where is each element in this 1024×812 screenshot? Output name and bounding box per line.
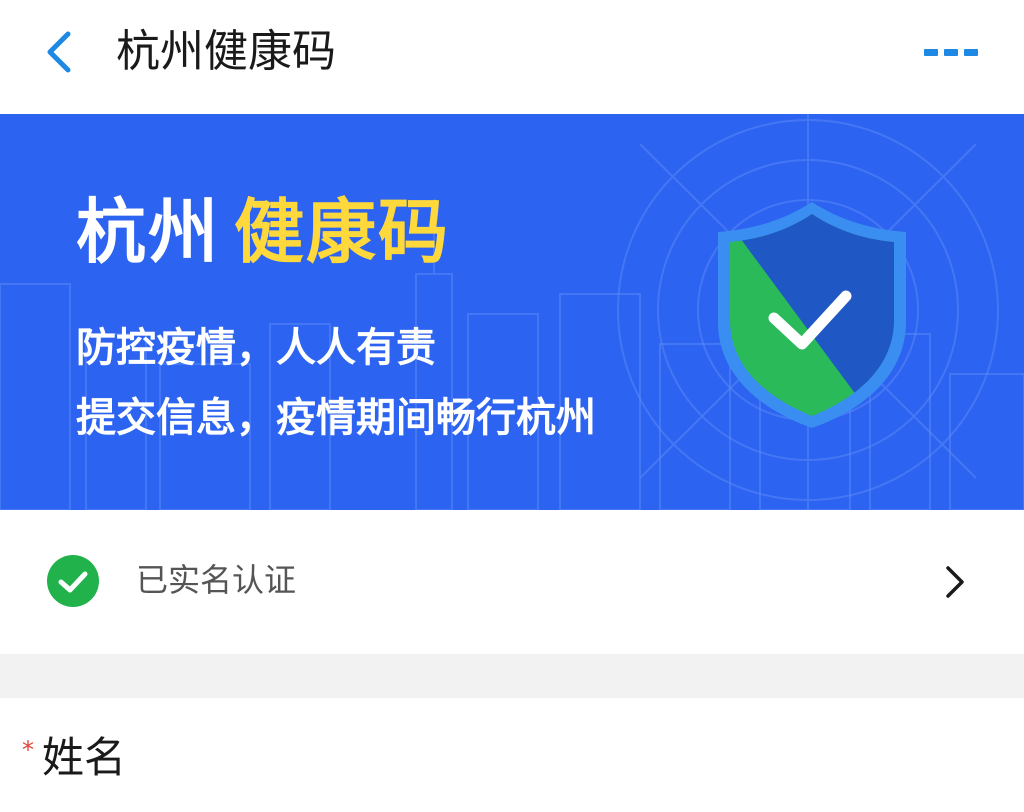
check-circle-icon xyxy=(47,555,99,607)
banner-title: 杭州 健康码 xyxy=(76,186,450,278)
chevron-left-icon xyxy=(47,31,71,73)
name-field-row[interactable]: * 姓名 xyxy=(0,698,1024,812)
chevron-right-icon xyxy=(946,566,964,598)
verification-status-label: 已实名认证 xyxy=(136,561,297,599)
shield-check-icon xyxy=(718,202,906,428)
banner-slogan-2: 提交信息，疫情期间畅行杭州 xyxy=(76,395,596,441)
name-field-label: 姓名 xyxy=(42,733,127,782)
section-divider xyxy=(0,654,1024,698)
banner-title-city: 杭州 xyxy=(76,191,220,273)
health-code-banner: 杭州 健康码 防控疫情，人人有责 提交信息，疫情期间畅行杭州 xyxy=(0,114,1024,510)
page-title: 杭州健康码 xyxy=(116,26,336,77)
real-name-verification-row[interactable]: 已实名认证 xyxy=(0,510,1024,654)
required-indicator: * xyxy=(22,736,34,764)
banner-slogan-1: 防控疫情，人人有责 xyxy=(76,325,436,371)
more-button[interactable] xyxy=(918,36,984,68)
top-navigation-bar: 杭州健康码 xyxy=(0,0,1024,114)
more-dots-icon xyxy=(924,49,978,56)
back-button[interactable] xyxy=(36,26,84,78)
banner-title-code: 健康码 xyxy=(234,191,450,273)
